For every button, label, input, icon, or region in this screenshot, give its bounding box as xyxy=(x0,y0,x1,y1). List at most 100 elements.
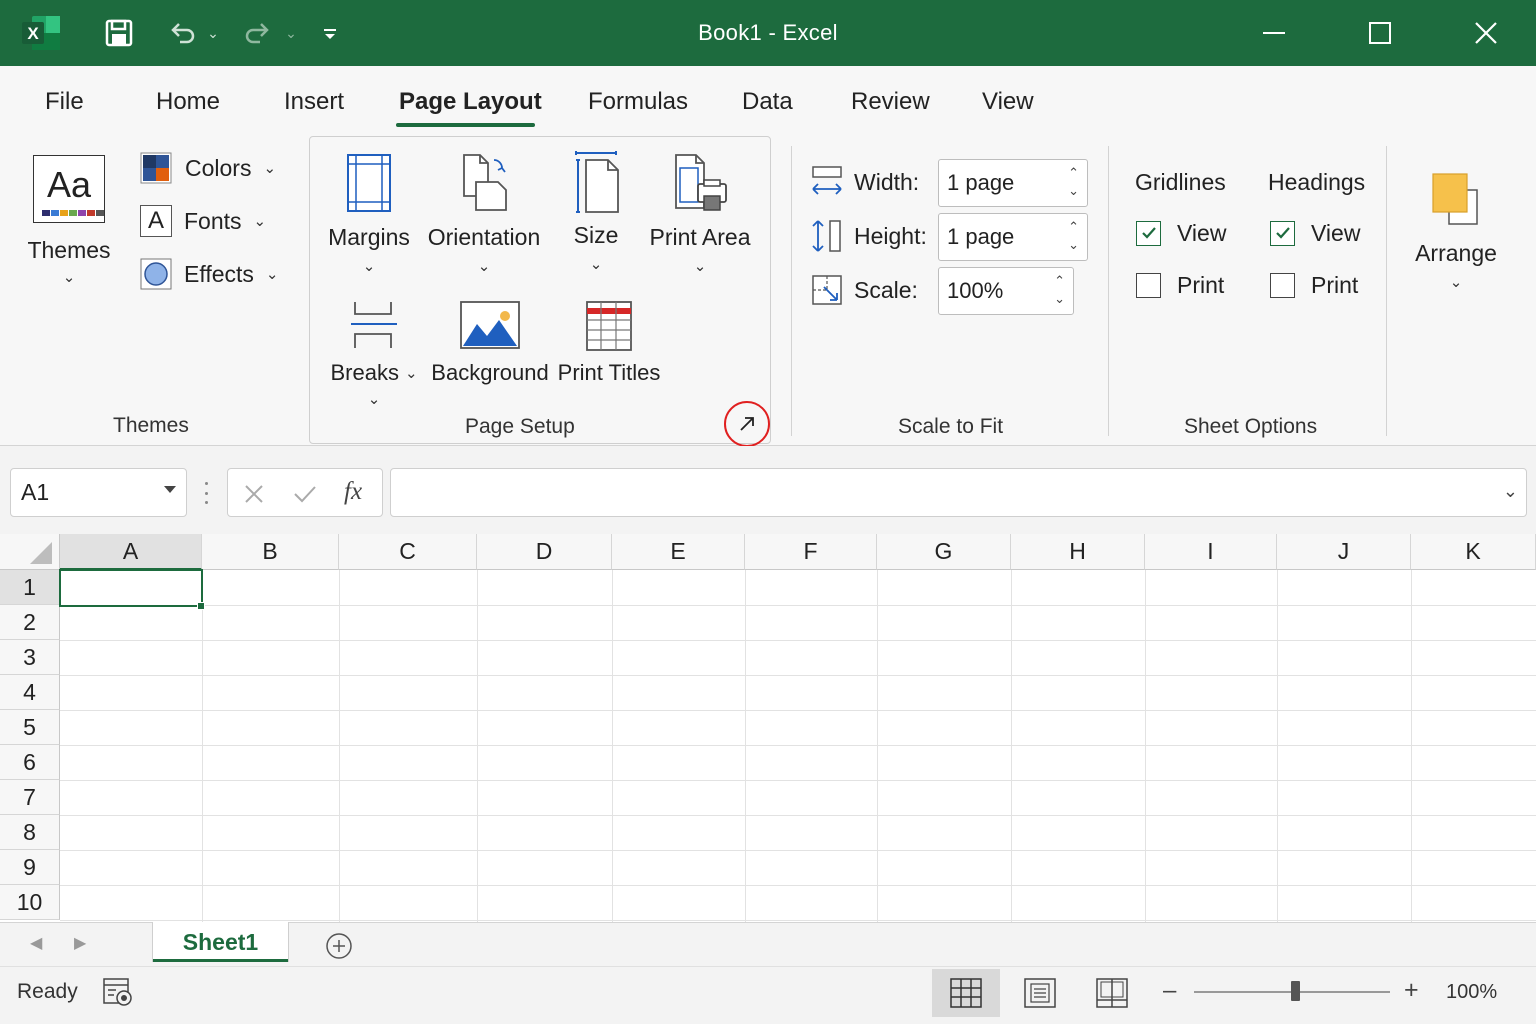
margins-button[interactable]: Margins ⌄ xyxy=(328,152,410,274)
headings-print-checkbox[interactable]: Print xyxy=(1270,268,1358,302)
tab-insert[interactable]: Insert xyxy=(284,86,344,118)
background-button[interactable]: Background xyxy=(431,300,549,386)
fonts-button[interactable]: A Fonts ⌄ xyxy=(140,203,266,239)
scroll-left-icon[interactable]: ◀ xyxy=(30,933,42,953)
spin-down-icon[interactable]: ⌄ xyxy=(1068,182,1079,200)
chevron-down-icon: ⌄ xyxy=(1449,274,1463,291)
headings-view-checkbox[interactable]: View xyxy=(1270,216,1360,250)
size-button[interactable]: Size ⌄ xyxy=(560,150,632,272)
zoom-slider-thumb[interactable] xyxy=(1291,981,1300,1001)
spin-up-icon[interactable]: ⌃ xyxy=(1068,164,1079,182)
formula-bar-grip-icon[interactable] xyxy=(203,482,209,504)
zoom-in-button[interactable]: + xyxy=(1404,976,1419,1005)
cancel-icon[interactable] xyxy=(243,483,265,505)
gridline xyxy=(477,570,478,922)
insert-function-icon[interactable]: fx xyxy=(344,478,362,506)
column-header-e[interactable]: E xyxy=(612,534,745,570)
chevron-down-icon: ⌄ xyxy=(477,258,491,275)
effects-icon xyxy=(140,258,172,290)
height-value: 1 page xyxy=(947,224,1015,249)
worksheet-grid[interactable] xyxy=(0,534,1536,922)
checkbox-unchecked-icon xyxy=(1270,272,1295,298)
gridlines-print-checkbox[interactable]: Print xyxy=(1136,268,1224,302)
accessibility-icon[interactable] xyxy=(102,976,134,1008)
tab-file[interactable]: File xyxy=(45,86,84,118)
row-header-5[interactable]: 5 xyxy=(0,710,60,745)
gridlines-heading: Gridlines xyxy=(1135,169,1226,195)
column-header-d[interactable]: D xyxy=(477,534,612,570)
print-titles-label: Print Titles xyxy=(557,360,661,385)
spin-up-icon[interactable]: ⌃ xyxy=(1068,218,1079,236)
orientation-button[interactable]: Orientation ⌄ xyxy=(426,152,542,274)
row-header-6[interactable]: 6 xyxy=(0,745,60,780)
tab-view[interactable]: View xyxy=(982,86,1034,118)
effects-button[interactable]: Effects ⌄ xyxy=(140,256,278,292)
page-break-preview-icon[interactable] xyxy=(1096,978,1128,1008)
background-icon xyxy=(460,301,520,349)
column-header-c[interactable]: C xyxy=(339,534,477,570)
column-header-b[interactable]: B xyxy=(202,534,339,570)
scale-value: 100% xyxy=(947,278,1004,303)
formula-input[interactable]: ⌄ xyxy=(390,468,1527,517)
name-box-dropdown-icon[interactable] xyxy=(164,486,176,493)
arrange-button[interactable]: Arrange ⌄ xyxy=(1410,170,1502,290)
print-titles-button[interactable]: Print Titles xyxy=(557,300,661,386)
close-icon[interactable] xyxy=(1466,16,1506,50)
row-header-7[interactable]: 7 xyxy=(0,780,60,815)
normal-view-button[interactable] xyxy=(932,969,1000,1017)
width-spinner[interactable]: 1 page ⌃ ⌄ xyxy=(938,159,1088,207)
colors-button[interactable]: Colors ⌄ xyxy=(140,150,276,186)
spin-down-icon[interactable]: ⌄ xyxy=(1068,236,1079,254)
chevron-down-icon: ⌄ xyxy=(62,269,76,286)
zoom-level[interactable]: 100% xyxy=(1446,981,1497,1004)
row-header-9[interactable]: 9 xyxy=(0,850,60,885)
column-header-f[interactable]: F xyxy=(745,534,877,570)
height-spinner[interactable]: 1 page ⌃ ⌄ xyxy=(938,213,1088,261)
new-sheet-icon[interactable] xyxy=(325,932,353,960)
name-box[interactable]: A1 xyxy=(10,468,187,517)
themes-button[interactable]: Aa Themes ⌄ xyxy=(27,155,111,286)
enter-icon[interactable] xyxy=(292,483,318,505)
zoom-out-button[interactable]: – xyxy=(1163,977,1176,1005)
selected-cell-a1[interactable] xyxy=(59,569,203,607)
scale-spinner[interactable]: 100% ⌃ ⌄ xyxy=(938,267,1074,315)
column-header-j[interactable]: J xyxy=(1277,534,1411,570)
column-header-h[interactable]: H xyxy=(1011,534,1145,570)
tab-home[interactable]: Home xyxy=(156,86,220,118)
spin-down-icon[interactable]: ⌄ xyxy=(1054,290,1065,308)
column-header-i[interactable]: I xyxy=(1145,534,1277,570)
row-header-8[interactable]: 8 xyxy=(0,815,60,850)
tab-data[interactable]: Data xyxy=(742,86,793,118)
expand-formula-bar-icon[interactable]: ⌄ xyxy=(1503,481,1518,502)
column-header-g[interactable]: G xyxy=(877,534,1011,570)
group-separator xyxy=(1108,146,1109,436)
spin-up-icon[interactable]: ⌃ xyxy=(1054,272,1065,290)
row-header-4[interactable]: 4 xyxy=(0,675,60,710)
tab-review[interactable]: Review xyxy=(851,86,930,118)
page-layout-view-icon[interactable] xyxy=(1024,978,1056,1008)
row-header-10[interactable]: 10 xyxy=(0,885,60,920)
gridline xyxy=(60,710,1536,711)
minimize-icon[interactable] xyxy=(1254,16,1294,50)
sheet-tab-sheet1[interactable]: Sheet1 xyxy=(152,922,289,962)
column-header-a[interactable]: A xyxy=(60,534,202,570)
maximize-icon[interactable] xyxy=(1360,16,1400,50)
row-header-3[interactable]: 3 xyxy=(0,640,60,675)
breaks-button[interactable]: Breaks ⌄ ⌄ xyxy=(330,300,418,407)
tab-page-layout[interactable]: Page Layout xyxy=(399,86,542,118)
row-header-2[interactable]: 2 xyxy=(0,605,60,640)
column-header-k[interactable]: K xyxy=(1411,534,1536,570)
status-ready: Ready xyxy=(17,980,78,1003)
size-icon xyxy=(575,151,619,213)
scroll-right-icon[interactable]: ▶ xyxy=(74,933,86,953)
gridlines-view-checkbox[interactable]: View xyxy=(1136,216,1226,250)
fill-handle[interactable] xyxy=(197,602,205,610)
row-header-1[interactable]: 1 xyxy=(0,570,60,605)
page-setup-dialog-launcher-icon[interactable] xyxy=(724,401,770,447)
gridline xyxy=(60,850,1536,851)
print-area-button[interactable]: Print Area ⌄ xyxy=(650,152,751,274)
gridline xyxy=(1411,570,1412,922)
arrange-label: Arrange xyxy=(1415,240,1497,266)
tab-formulas[interactable]: Formulas xyxy=(588,86,688,118)
select-all-corner[interactable] xyxy=(0,534,60,570)
